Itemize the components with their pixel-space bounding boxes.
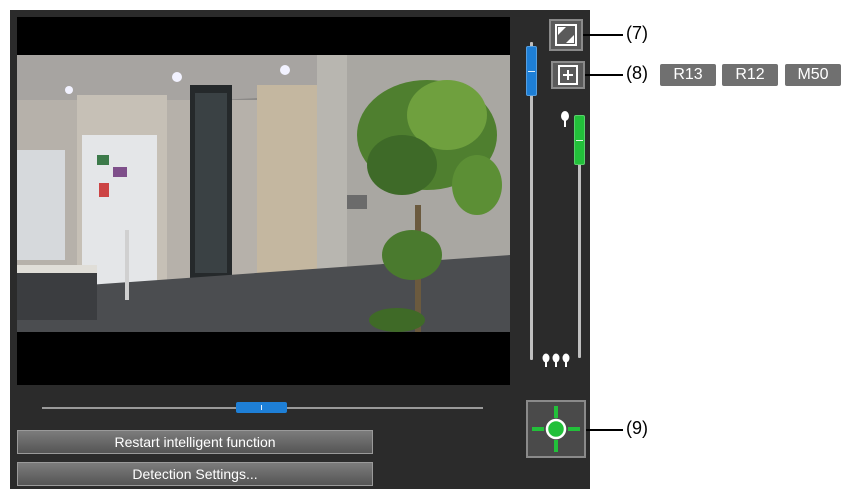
callout-line-9 [586, 429, 623, 431]
focus-slider-thumb[interactable] [574, 115, 585, 165]
callout-line-7 [583, 34, 623, 36]
center-position-button[interactable] [526, 400, 586, 458]
zoom-in-button[interactable] [551, 61, 585, 89]
detection-settings-button[interactable]: Detection Settings... [17, 462, 373, 486]
fullscreen-toggle-button[interactable] [549, 19, 583, 51]
plus-icon [558, 65, 578, 85]
single-tree-icon [558, 110, 572, 128]
fullscreen-toggle-icon [555, 24, 577, 46]
badge-r12: R12 [722, 64, 778, 86]
callout-line-8 [585, 74, 623, 76]
live-video-image[interactable] [17, 55, 510, 332]
pan-slider-thumb[interactable] [236, 402, 287, 413]
restart-intelligent-function-button[interactable]: Restart intelligent function [17, 430, 373, 454]
zoom-slider-thumb[interactable] [526, 46, 537, 96]
callout-label-8: (8) [626, 63, 648, 83]
badge-r13: R13 [660, 64, 716, 86]
callout-label-9: (9) [626, 418, 648, 438]
callout-label-7: (7) [626, 23, 648, 43]
three-trees-icon [541, 352, 571, 368]
crosshair-center-icon [532, 406, 580, 452]
badge-m50: M50 [785, 64, 841, 86]
